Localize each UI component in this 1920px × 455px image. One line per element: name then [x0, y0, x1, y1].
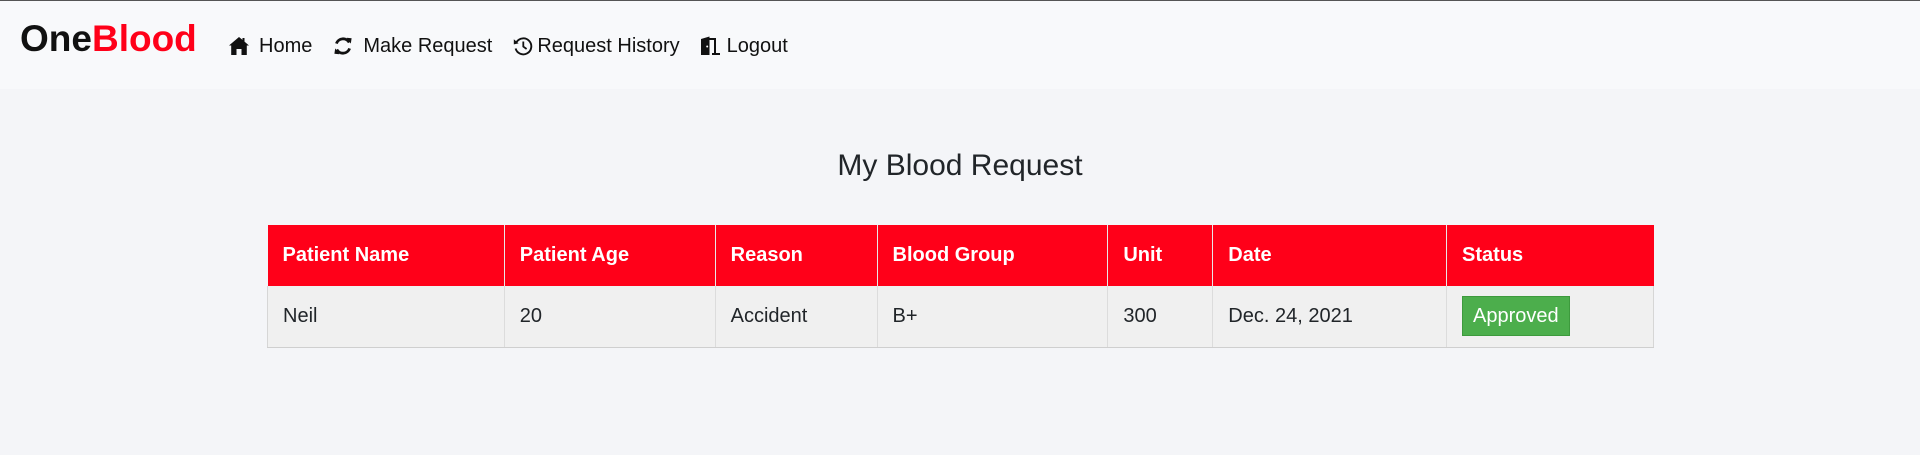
column-header-unit: Unit — [1107, 225, 1214, 286]
column-header-patient-age: Patient Age — [504, 225, 716, 286]
brand-part-one: One — [20, 18, 92, 59]
column-header-patient-name: Patient Name — [267, 225, 505, 286]
column-header-reason: Reason — [715, 225, 878, 286]
nav-item-home[interactable]: Home — [228, 35, 312, 58]
nav-item-request-history[interactable]: Request History — [512, 34, 680, 58]
nav-item-logout[interactable]: Logout — [700, 35, 788, 58]
blood-request-table: Patient Name Patient Age Reason Blood Gr… — [267, 225, 1654, 348]
cell-patient-name: Neil — [267, 286, 505, 348]
home-icon — [228, 35, 250, 57]
door-exit-icon — [700, 35, 722, 57]
nav-item-make-request[interactable]: Make Request — [332, 35, 492, 58]
page-title: My Blood Request — [837, 149, 1083, 182]
cell-patient-age: 20 — [504, 286, 716, 348]
cell-date: Dec. 24, 2021 — [1212, 286, 1448, 348]
nav-menu: Home Make Request Request History Logout — [228, 31, 788, 61]
brand-part-blood: Blood — [91, 18, 197, 59]
column-header-status: Status — [1446, 225, 1654, 286]
column-header-blood-group: Blood Group — [877, 225, 1109, 286]
cell-reason: Accident — [715, 286, 878, 348]
nav-label-make-request: Make Request — [363, 34, 493, 57]
nav-label-request-history: Request History — [537, 34, 680, 57]
cell-status: Approved — [1446, 286, 1654, 348]
cell-unit: 300 — [1107, 286, 1214, 348]
top-navbar: OneBlood Home Make Request Request Histo… — [0, 0, 1920, 89]
table-row: Neil 20 Accident B+ 300 Dec. 24, 2021 Ap… — [267, 286, 1654, 348]
status-badge: Approved — [1462, 296, 1570, 337]
nav-label-logout: Logout — [726, 34, 788, 57]
nav-label-home: Home — [259, 34, 313, 57]
table-header-row: Patient Name Patient Age Reason Blood Gr… — [267, 225, 1654, 286]
cell-blood-group: B+ — [877, 286, 1109, 348]
brand-logo[interactable]: OneBlood — [20, 19, 197, 59]
column-header-date: Date — [1212, 225, 1448, 286]
history-icon — [512, 35, 534, 57]
refresh-icon — [332, 35, 354, 57]
